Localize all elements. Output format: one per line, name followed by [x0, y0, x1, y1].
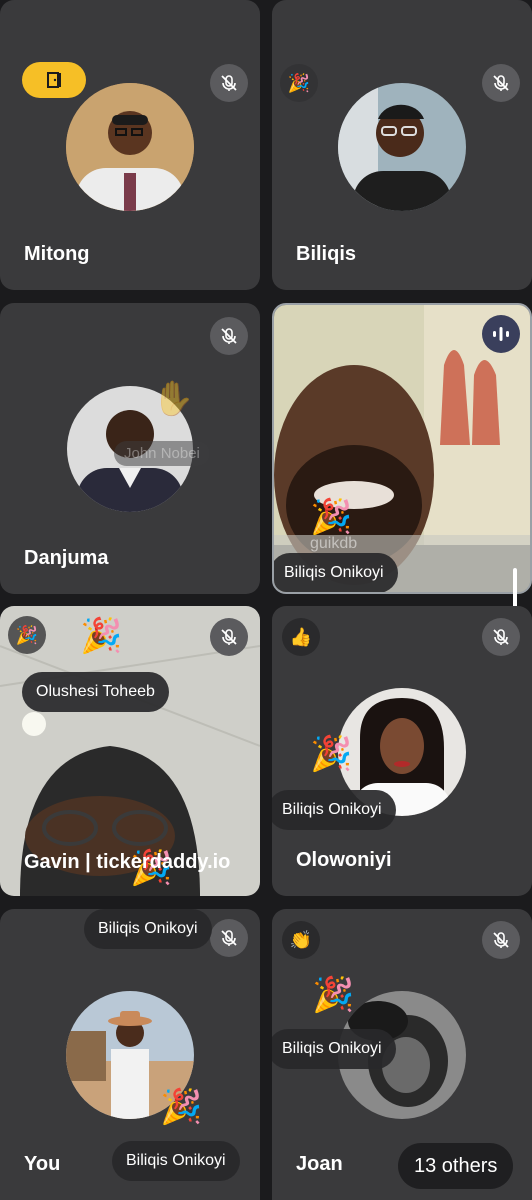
participant-name: Gavin | tickerdaddy.io	[24, 851, 231, 873]
participant-name: Biliqis	[296, 243, 357, 265]
clapping-hands-icon: 👏	[282, 921, 320, 959]
mic-off-icon	[210, 317, 248, 355]
participant-name: Mitong	[24, 243, 90, 265]
participant-tile-biliqis[interactable]: 🎉 Biliqis	[272, 0, 532, 290]
reaction-chip: Biliqis Onikoyi	[272, 1029, 396, 1069]
party-popper-icon: 🎉	[310, 735, 353, 773]
participant-name: You	[24, 1153, 61, 1175]
participant-name: Olowoniyi	[296, 849, 392, 871]
participant-tile-joan[interactable]: 👏 🎉 Biliqis Onikoyi Joan 13 others	[272, 909, 532, 1200]
party-popper-icon: 🎉	[160, 1088, 203, 1126]
reaction-chip: Biliqis Onikoyi	[84, 909, 212, 949]
mic-off-icon	[482, 921, 520, 959]
participant-tile-you[interactable]: Biliqis Onikoyi 🎉 Biliqis Onikoyi You	[0, 909, 260, 1200]
participant-tile-gavin[interactable]: 🎉 🎉 Olushesi Toheeb 🎉 Gavin | tickerdadd…	[0, 606, 260, 896]
participant-tile-olowoniyi[interactable]: 👍 🎉 Biliqis Onikoyi Olowoniyi	[272, 606, 532, 896]
door-exit-icon	[47, 72, 61, 88]
mic-off-icon	[210, 64, 248, 102]
speaking-indicator-icon	[482, 315, 520, 353]
raised-hand-icon: ✋	[152, 380, 195, 418]
participant-tile-danjuma[interactable]: ✋ John Nobei Danjuma	[0, 303, 260, 594]
avatar	[66, 83, 194, 211]
reaction-chip: Biliqis Onikoyi	[112, 1141, 240, 1181]
scrollbar-thumb[interactable]	[513, 568, 517, 608]
thumbs-up-icon: 👍	[282, 618, 320, 656]
reaction-chip: Biliqis Onikoyi	[272, 790, 396, 830]
mic-off-icon	[210, 919, 248, 957]
ghost-label: John Nobei	[114, 441, 210, 466]
participant-name: Joan	[296, 1153, 343, 1175]
mic-off-icon	[210, 618, 248, 656]
reaction-chip: Biliqis Onikoyi	[274, 553, 398, 592]
hand-raised-badge	[22, 62, 86, 98]
ghost-label: guikdb	[310, 535, 358, 552]
party-popper-icon: 🎉	[310, 498, 353, 536]
others-count-button[interactable]: 13 others	[398, 1143, 514, 1189]
party-popper-icon: 🎉	[280, 64, 318, 102]
party-popper-icon: 🎉	[312, 976, 355, 1014]
party-popper-icon: 🎉	[8, 616, 46, 654]
reaction-chip: Olushesi Toheeb	[22, 672, 169, 712]
avatar	[338, 83, 466, 211]
participant-tile-mitong[interactable]: Mitong	[0, 0, 260, 290]
participant-name: Danjuma	[24, 547, 109, 569]
party-popper-icon: 🎉	[80, 617, 123, 655]
mic-off-icon	[482, 64, 520, 102]
participant-tile-active-speaker[interactable]: guikdb 🎉 Biliqis Onikoyi	[272, 303, 532, 594]
mic-off-icon	[482, 618, 520, 656]
